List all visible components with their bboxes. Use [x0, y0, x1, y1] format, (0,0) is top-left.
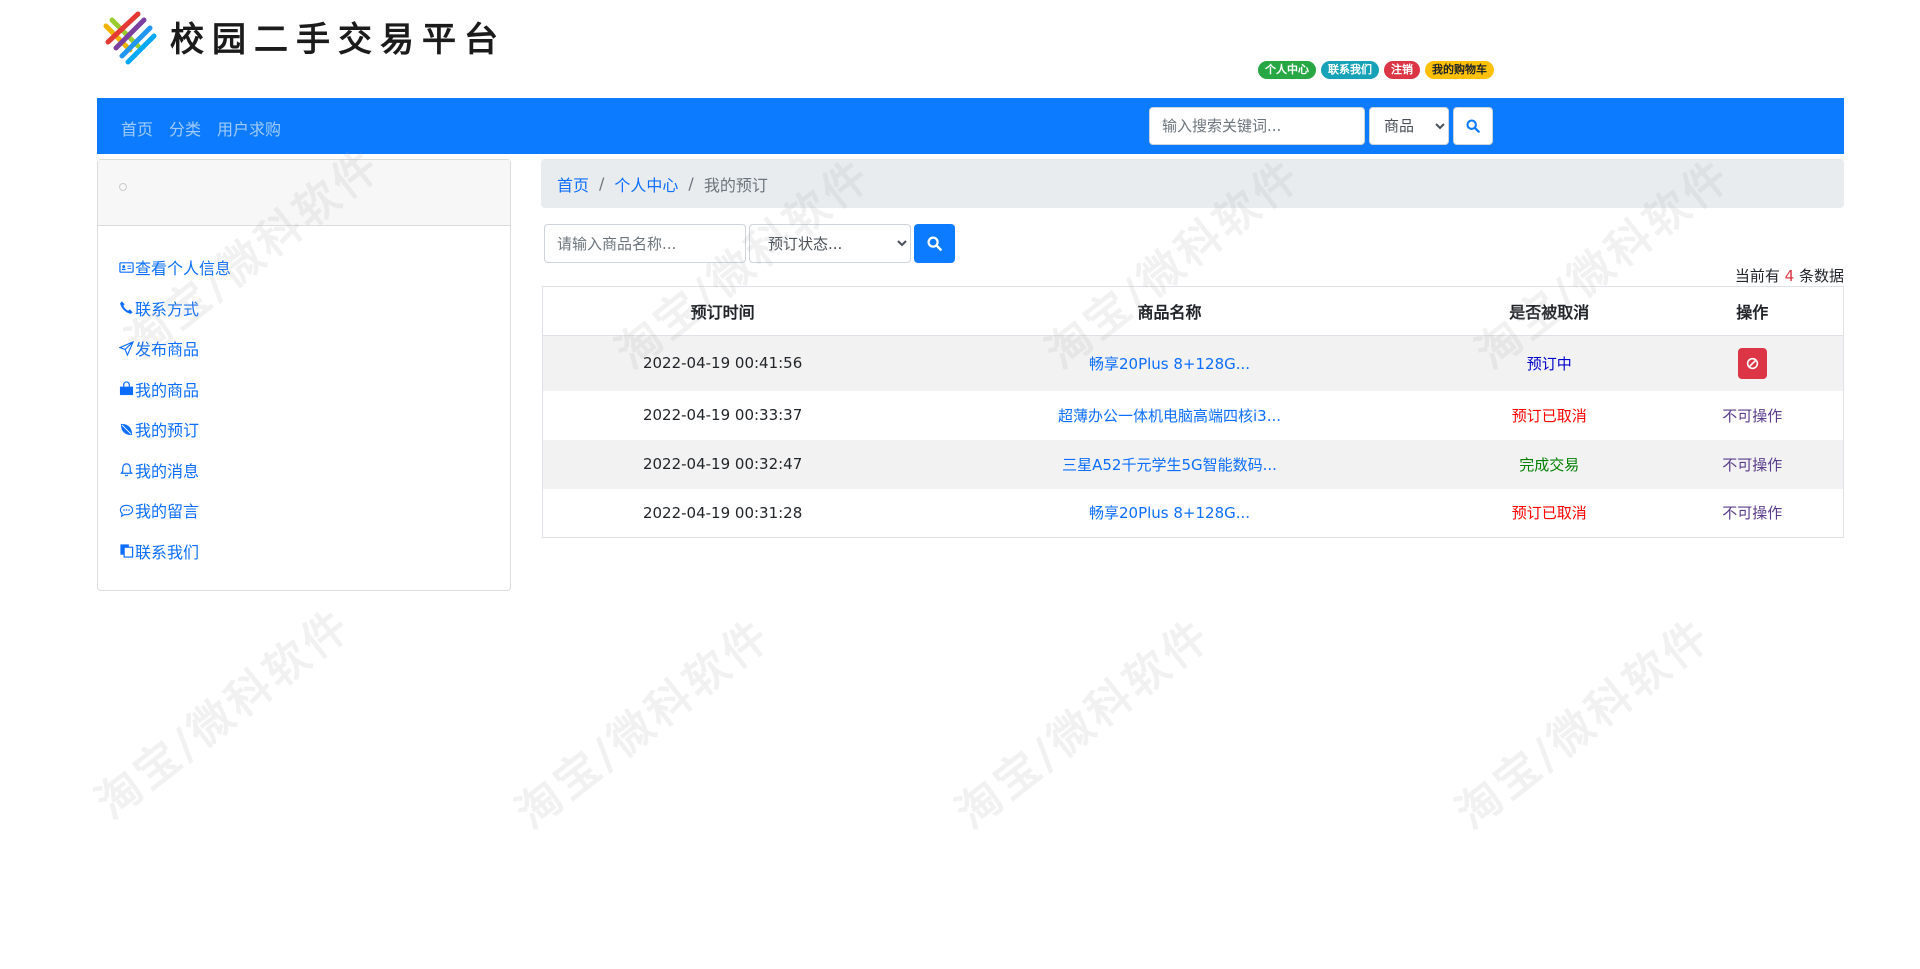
id-card-icon	[119, 261, 134, 273]
leaf-icon	[120, 423, 133, 435]
action-unavailable: 不可操作	[1722, 455, 1783, 474]
nav-home-link[interactable]: 首页	[121, 116, 153, 140]
bell-icon	[120, 463, 133, 477]
header-goods-name: 商品名称	[902, 286, 1437, 336]
booking-status: 预订已取消	[1511, 504, 1587, 523]
booking-status-select[interactable]: 预订状态...	[749, 224, 911, 263]
sidebar-item-messages[interactable]: 我的消息	[98, 450, 510, 491]
booking-status: 预订中	[1526, 354, 1572, 373]
logo-icon	[103, 11, 157, 65]
breadcrumb: 首页 / 个人中心 / 我的预订	[541, 159, 1844, 208]
search-icon	[1466, 119, 1480, 133]
sidebar-item-label: 联系我们	[135, 542, 200, 562]
record-count: 当前有 4 条数据	[1735, 265, 1844, 286]
main-navbar: 首页 分类 用户求购 商品	[97, 98, 1844, 154]
booking-time: 2022-04-19 00:32:47	[642, 455, 803, 473]
filter-search-button[interactable]	[914, 224, 955, 263]
booking-filter: 预订状态...	[544, 224, 955, 263]
sidebar-item-label: 联系方式	[135, 299, 200, 319]
breadcrumb-home-link[interactable]: 首页	[557, 172, 589, 196]
user-sidebar: 查看个人信息 联系方式 发布商品 我的商品 我的预订 我的消息 我的留言 联系我…	[97, 159, 511, 591]
user-badges: 个人中心 联系我们 注销 我的购物车	[1258, 61, 1494, 79]
header-action: 操作	[1661, 286, 1844, 336]
watermark: 淘宝/微科软件	[506, 608, 781, 839]
sidebar-item-contact-info[interactable]: 联系方式	[98, 288, 510, 329]
send-icon	[119, 340, 134, 356]
watermark: 淘宝/微科软件	[946, 608, 1221, 839]
sidebar-item-my-bookings[interactable]: 我的预订	[98, 409, 510, 450]
sidebar-item-label: 我的商品	[135, 380, 200, 400]
nav-category-link[interactable]: 分类	[169, 116, 201, 140]
personal-center-badge[interactable]: 个人中心	[1258, 61, 1316, 79]
record-count-prefix: 当前有	[1734, 267, 1780, 285]
sidebar-item-label: 我的预订	[135, 421, 200, 441]
table-header-row: 预订时间 商品名称 是否被取消 操作	[542, 286, 1844, 336]
cancel-icon	[1746, 357, 1758, 369]
booking-time: 2022-04-19 00:31:28	[642, 503, 803, 522]
search-icon	[927, 236, 942, 251]
record-count-number: 4	[1784, 267, 1795, 285]
nav-wanted-link[interactable]: 用户求购	[217, 116, 281, 140]
sidebar-item-label: 发布商品	[135, 340, 200, 360]
goods-name-link[interactable]: 畅享20Plus 8+128G...	[1089, 355, 1250, 373]
contact-us-badge[interactable]: 联系我们	[1321, 61, 1379, 79]
phone-icon	[120, 301, 133, 315]
breadcrumb-center-link[interactable]: 个人中心	[614, 172, 678, 196]
sidebar-item-label: 查看个人信息	[135, 259, 232, 279]
booking-time: 2022-04-19 00:33:37	[642, 406, 803, 424]
sidebar-item-comments[interactable]: 我的留言	[98, 490, 510, 531]
sidebar-header	[98, 160, 510, 226]
sidebar-item-publish[interactable]: 发布商品	[98, 328, 510, 369]
goods-name-link[interactable]: 超薄办公一体机电脑高端四核i3...	[1058, 407, 1281, 425]
sidebar-item-contact-us[interactable]: 联系我们	[98, 531, 510, 572]
watermark: 淘宝/微科软件	[86, 598, 361, 829]
site-logo[interactable]: 校园二手交易平台	[98, 6, 506, 66]
search-input[interactable]	[1149, 107, 1365, 145]
sidebar-item-label: 我的留言	[135, 502, 200, 522]
action-unavailable: 不可操作	[1722, 406, 1783, 425]
sidebar-menu: 查看个人信息 联系方式 发布商品 我的商品 我的预订 我的消息 我的留言 联系我…	[98, 226, 510, 571]
booking-status: 完成交易	[1519, 455, 1580, 474]
cancel-booking-button[interactable]	[1737, 347, 1767, 379]
search-type-select[interactable]: 商品	[1369, 107, 1449, 145]
avatar-placeholder-icon	[119, 183, 127, 191]
cart-badge[interactable]: 我的购物车	[1425, 61, 1494, 79]
header-time: 预订时间	[542, 286, 903, 336]
search-button[interactable]	[1453, 107, 1493, 145]
goods-name-link[interactable]: 畅享20Plus 8+128G...	[1089, 504, 1250, 522]
shop-icon	[119, 381, 134, 396]
logout-badge[interactable]: 注销	[1384, 61, 1420, 79]
record-count-suffix: 条数据	[1798, 267, 1844, 285]
table-row: 2022-04-19 00:32:47 三星A52千元学生5G智能数码... 完…	[542, 439, 1844, 489]
breadcrumb-separator: /	[688, 174, 694, 193]
action-unavailable: 不可操作	[1722, 504, 1783, 523]
sidebar-item-my-goods[interactable]: 我的商品	[98, 369, 510, 410]
breadcrumb-separator: /	[599, 174, 605, 193]
chat-icon	[119, 504, 134, 517]
table-row: 2022-04-19 00:41:56 畅享20Plus 8+128G... 预…	[542, 335, 1844, 391]
site-title: 校园二手交易平台	[170, 19, 506, 60]
booking-time: 2022-04-19 00:41:56	[642, 354, 803, 373]
watermark: 淘宝/微科软件	[1446, 608, 1721, 839]
table-row: 2022-04-19 00:31:28 畅享20Plus 8+128G... 预…	[543, 489, 1844, 538]
goods-name-link[interactable]: 三星A52千元学生5G智能数码...	[1062, 456, 1277, 474]
header-cancelled: 是否被取消	[1436, 286, 1662, 336]
goods-name-input[interactable]	[544, 224, 746, 263]
nav-links: 首页 分类 用户求购	[121, 116, 281, 140]
copy-icon	[120, 544, 134, 558]
sidebar-item-profile[interactable]: 查看个人信息	[98, 247, 510, 288]
nav-search: 商品	[1149, 107, 1493, 145]
booking-status: 预订已取消	[1511, 406, 1587, 425]
bookings-table: 预订时间 商品名称 是否被取消 操作 2022-04-19 00:41:56 畅…	[542, 286, 1844, 538]
breadcrumb-current: 我的预订	[703, 175, 768, 195]
table-row: 2022-04-19 00:33:37 超薄办公一体机电脑高端四核i3... 预…	[543, 391, 1844, 440]
sidebar-item-label: 我的消息	[135, 461, 200, 481]
